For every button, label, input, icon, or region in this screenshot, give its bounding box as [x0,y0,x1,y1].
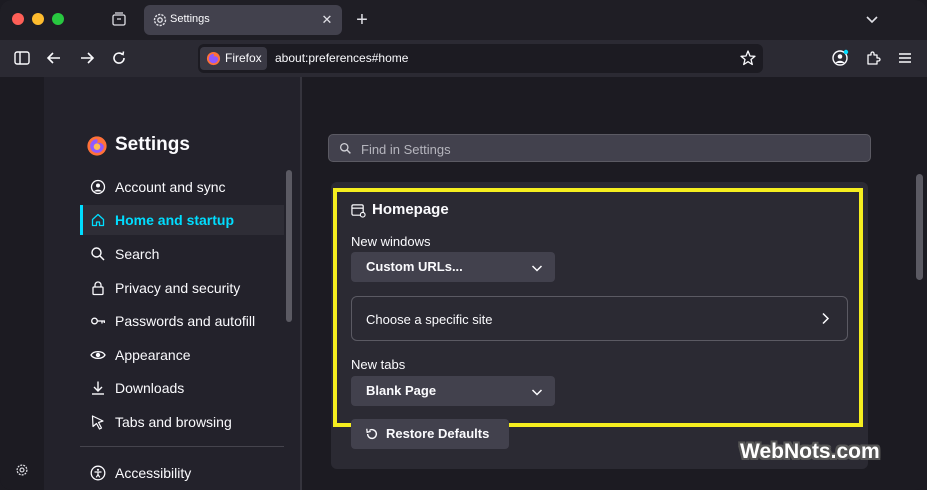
sidebar-item-tabs-and-browsing[interactable]: Tabs and browsing [80,407,284,437]
account-icon[interactable] [828,47,852,69]
section-title: Homepage [372,201,449,218]
browser-window: Settings ✕ + Firefox about:preferences#h… [0,0,927,490]
sidebar-item-label: Privacy and security [115,280,241,296]
restore-defaults-label: Restore Defaults [386,426,490,441]
identity-label: Firefox [225,51,262,65]
settings-search [328,134,871,162]
identity-box[interactable]: Firefox [200,47,267,70]
search-input[interactable] [359,138,853,160]
new-tabs-select[interactable]: Blank Page [351,376,555,406]
eye-icon [90,347,106,363]
sidebar-divider [300,77,302,490]
url-text: about:preferences#home [275,51,409,65]
zoom-window-button[interactable] [52,13,64,25]
sidebar-item-accessibility[interactable]: Accessibility [80,458,284,488]
firefox-logo-icon [206,51,221,66]
preferences-content: Settings Account and sync Home and start… [0,77,927,490]
home-icon [90,212,106,228]
cursor-icon [90,414,106,430]
homepage-icon [351,203,366,218]
undo-icon [365,427,379,441]
reload-icon[interactable] [107,47,131,69]
download-icon [90,380,106,396]
new-windows-select[interactable]: Custom URLs... [351,252,555,282]
accessibility-icon [90,465,106,481]
choose-site-label: Choose a specific site [366,312,493,327]
extensions-icon[interactable] [861,47,885,69]
key-icon [90,313,106,329]
tab-settings[interactable]: Settings ✕ [144,5,342,35]
sidebar-toggle-icon[interactable] [10,47,34,69]
choose-site-row[interactable]: Choose a specific site [351,296,848,341]
main-scrollbar[interactable] [916,174,923,280]
sidebar-item-passwords-and-autofill[interactable]: Passwords and autofill [80,306,284,336]
new-tab-button[interactable]: + [352,10,372,30]
sidebar-item-label: Accessibility [115,465,192,481]
account-icon [90,179,106,195]
sidebar-item-label: Appearance [115,347,191,363]
sidebar-separator [80,446,284,447]
back-icon[interactable] [42,47,66,69]
sidebar-item-label: Home and startup [115,212,235,228]
new-tabs-label: New tabs [351,357,406,372]
lock-icon [90,280,106,296]
sidebar-item-search[interactable]: Search [80,239,284,269]
page-title: Settings [115,134,190,155]
sidebar-item-label: Account and sync [115,179,226,195]
sidebar-item-label: Tabs and browsing [115,414,232,430]
new-windows-value: Custom URLs... [366,259,463,274]
bookmark-star-icon[interactable] [739,49,757,67]
firefox-view-icon[interactable] [110,11,128,29]
restore-defaults-button[interactable]: Restore Defaults [351,419,509,449]
content-gutter [0,77,44,490]
forward-icon[interactable] [75,47,99,69]
sidebar-scrollbar[interactable] [286,170,292,322]
sidebar-item-label: Downloads [115,380,185,396]
minimize-window-button[interactable] [32,13,44,25]
gear-icon [151,11,169,29]
watermark-logo: WebNots.com [740,440,880,463]
sidebar-item-appearance[interactable]: Appearance [80,340,284,370]
close-window-button[interactable] [12,13,24,25]
chevron-down-icon[interactable] [862,10,882,30]
gear-icon[interactable] [14,462,30,478]
search-icon [90,246,106,262]
tab-strip: Settings ✕ + [0,0,927,40]
sidebar-item-label: Passwords and autofill [115,313,256,329]
nav-toolbar: Firefox about:preferences#home [0,40,927,77]
url-bar[interactable]: Firefox about:preferences#home [198,44,763,73]
chevron-down-icon [531,261,543,273]
sidebar-item-account-and-sync[interactable]: Account and sync [80,172,284,202]
sidebar-item-home-and-startup[interactable]: Home and startup [80,205,284,235]
new-tabs-value: Blank Page [366,383,437,398]
sidebar-item-downloads[interactable]: Downloads [80,373,284,403]
sidebar-item-label: Search [115,246,160,262]
tab-title: Settings [170,13,210,25]
search-icon [339,142,352,155]
firefox-logo-icon [86,135,108,157]
close-icon[interactable]: ✕ [318,11,336,29]
chevron-down-icon [531,385,543,397]
menu-icon[interactable] [893,47,917,69]
sidebar-item-privacy-and-security[interactable]: Privacy and security [80,273,284,303]
new-windows-label: New windows [351,234,431,249]
chevron-right-icon [819,312,831,325]
